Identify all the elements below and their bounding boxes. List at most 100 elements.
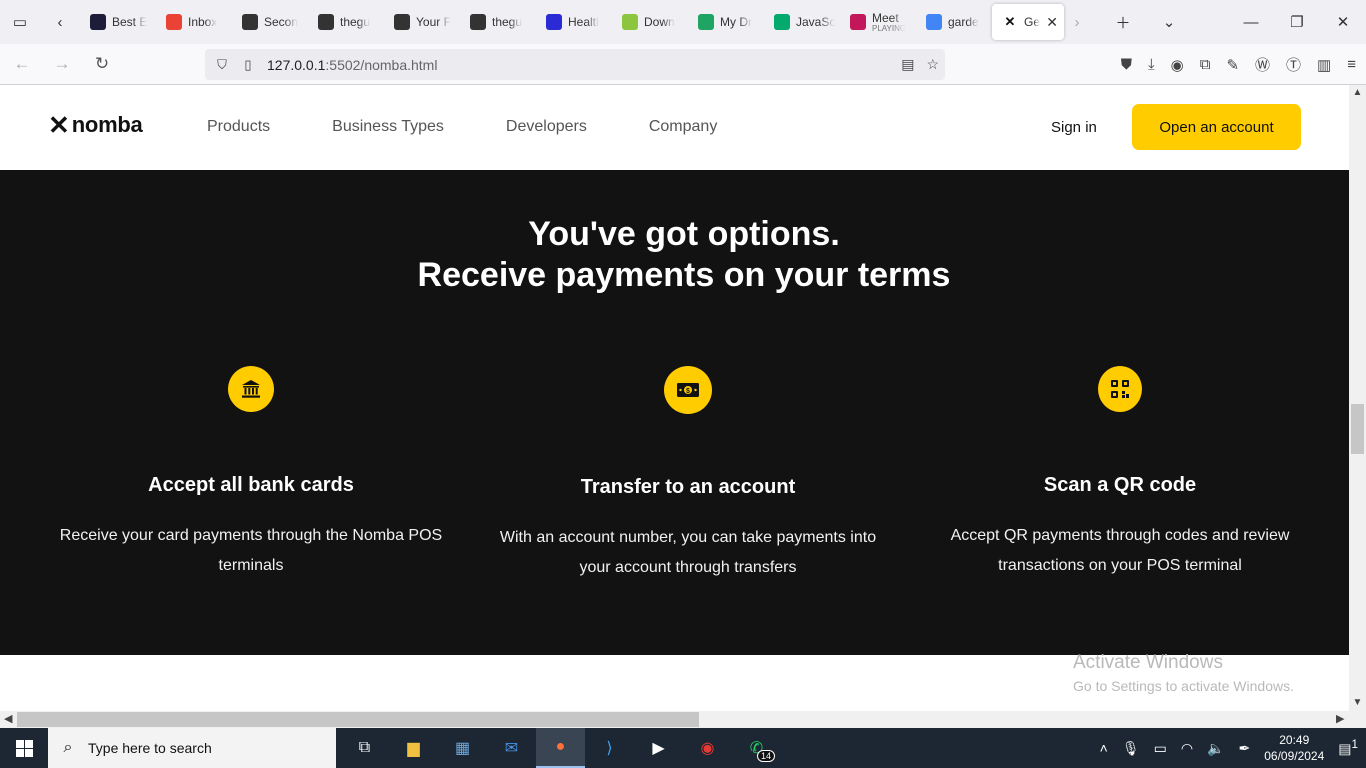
clock[interactable]: 20:49 06/09/2024 (1264, 732, 1324, 764)
browser-tab[interactable]: My Dr (688, 4, 764, 40)
nav-developers[interactable]: Developers (506, 118, 587, 136)
extension-t-icon[interactable]: Ⓣ (1286, 54, 1301, 75)
horizontal-scrollbar[interactable]: ◀ ▶ (0, 711, 1366, 728)
description-line: Accept QR payments through codes and rev… (950, 527, 1290, 544)
site-header: ✕ nomba Products Business Types Develope… (0, 85, 1349, 170)
pocket-icon[interactable]: ⛊ (1121, 56, 1132, 73)
restore-icon[interactable]: ❐ (1274, 0, 1320, 44)
notifications-icon[interactable]: ▤1 (1338, 738, 1358, 758)
reload-icon[interactable]: ↻ (84, 48, 120, 80)
tab-strip: ▭ ‹ Best E Inbox Secon thegu Your F thegu Heal… (0, 0, 1366, 44)
vertical-scroll-thumb[interactable] (1351, 404, 1364, 454)
feature-title: Transfer to an account (580, 476, 796, 498)
tab-label-group: Meet PLAYING (872, 11, 906, 33)
vertical-scrollbar[interactable]: ▲ ▼ (1349, 85, 1366, 711)
taskbar-search[interactable]: ⌕ Type here to search (48, 728, 336, 768)
feature-description: Receive your card payments through the N… (40, 521, 462, 581)
open-account-button[interactable]: Open an account (1132, 104, 1301, 150)
browser-tab[interactable]: Best E (80, 4, 156, 40)
firefox-icon[interactable]: ● (536, 728, 585, 768)
horizontal-scroll-thumb[interactable] (17, 712, 699, 727)
description-line: With an account number, you can take pay… (499, 529, 877, 546)
download-arrow-icon (622, 14, 638, 30)
browser-tab[interactable]: Meet PLAYING (840, 4, 916, 40)
show-hidden-icons-icon[interactable]: ˄ (1100, 740, 1108, 756)
browser-tab[interactable]: Your F (384, 4, 460, 40)
feature-description: Accept QR payments through codes and rev… (930, 521, 1310, 581)
extensions-icon[interactable]: ⧉ (1200, 56, 1211, 73)
url-text[interactable]: 127.0.0.1:5502/nomba.html (267, 57, 437, 73)
list-tabs-icon[interactable]: ⌄ (1146, 0, 1192, 44)
browser-tab[interactable]: thegu (308, 4, 384, 40)
nav-company[interactable]: Company (649, 118, 717, 136)
browser-tab[interactable]: garde (916, 4, 992, 40)
nav-products[interactable]: Products (207, 118, 270, 136)
toolbar-extensions: ⛊ ⤓ ◉ ⧉ ✎ Ⓦ Ⓣ ▥ ≡ (1121, 44, 1356, 85)
browser-tab[interactable]: Secon (232, 4, 308, 40)
tab-label: Healtl (568, 15, 599, 29)
cash-icon: $ (664, 366, 712, 414)
search-placeholder: Type here to search (88, 740, 212, 756)
battery-icon[interactable]: ▭ (1154, 740, 1167, 757)
tab-label: garde (948, 15, 979, 29)
feature-description: With an account number, you can take pay… (478, 523, 898, 583)
start-button[interactable] (0, 728, 48, 768)
heading-line-2: Receive payments on your terms (417, 256, 951, 294)
browser-tab[interactable]: Down (612, 4, 688, 40)
forward-icon[interactable]: → (44, 48, 80, 80)
system-tray: ˄ 🎙 ▭ ◠ 🔈 ✒ 20:49 06/09/2024 ▤1 (1100, 728, 1366, 768)
color-picker-icon[interactable]: ✎ (1226, 56, 1239, 74)
browser-tab[interactable]: thegu (460, 4, 536, 40)
search-icon: ⌕ (63, 739, 73, 756)
browser-tab[interactable]: Inbox (156, 4, 232, 40)
browser-tab[interactable]: JavaSc (764, 4, 840, 40)
store-icon[interactable]: ▦ (438, 728, 487, 768)
feature-title: Accept all bank cards (148, 474, 354, 496)
feature-qr-code: Scan a QR code Accept QR payments throug… (930, 366, 1310, 581)
scroll-up-icon[interactable]: ▲ (1349, 87, 1366, 98)
gmail-icon (166, 14, 182, 30)
sidebar-icon[interactable]: ▥ (1317, 56, 1331, 74)
nomba-x-icon: ✕ (1004, 14, 1016, 29)
navigation-toolbar: ← → ↻ ⛉ ▯ 127.0.0.1:5502/nomba.html ▤ ☆ … (0, 44, 1366, 85)
tab-scroll-right-icon[interactable]: › (1054, 0, 1100, 44)
github-icon (242, 14, 258, 30)
back-icon[interactable]: ← (4, 48, 40, 80)
screen-recorder-icon[interactable]: ◉ (683, 728, 732, 768)
account-icon[interactable]: ◉ (1171, 56, 1184, 74)
whatsapp-icon[interactable]: ✆ 14 (732, 728, 781, 768)
heading-line-1: You've got options. (528, 215, 840, 253)
new-tab-icon[interactable]: ＋ (1100, 0, 1146, 44)
shield-icon[interactable]: ⛉ (209, 57, 235, 73)
activate-windows-watermark: Activate Windows Go to Settings to activ… (1073, 652, 1294, 694)
tab-scroll-left-icon[interactable]: ‹ (40, 0, 80, 44)
extension-w-icon[interactable]: Ⓦ (1255, 54, 1270, 75)
media-player-icon[interactable]: ▶ (634, 728, 683, 768)
payment-options-section: You've got options. Receive payments on … (0, 170, 1349, 655)
pen-icon[interactable]: ✒ (1238, 740, 1250, 757)
tab-overview-icon[interactable]: ▭ (0, 0, 40, 44)
downloads-icon[interactable]: ⤓ (1148, 56, 1155, 73)
nomba-logo[interactable]: ✕ nomba (48, 112, 143, 138)
tab-label: Inbox (188, 15, 218, 29)
browser-tab[interactable]: Healtl (536, 4, 612, 40)
scroll-down-icon[interactable]: ▼ (1349, 697, 1366, 708)
scroll-left-icon[interactable]: ◀ (4, 712, 12, 725)
file-explorer-icon[interactable]: ▆ (389, 728, 438, 768)
microphone-icon[interactable]: 🎙 (1122, 740, 1140, 757)
sign-in-link[interactable]: Sign in (1051, 119, 1097, 136)
description-line: your account through transfers (579, 559, 797, 576)
scroll-right-icon[interactable]: ▶ (1336, 712, 1344, 725)
mail-icon[interactable]: ✉ (487, 728, 536, 768)
nav-business-types[interactable]: Business Types (332, 118, 444, 136)
menu-icon[interactable]: ≡ (1347, 56, 1356, 73)
minimize-icon[interactable]: — (1228, 0, 1274, 44)
vscode-icon[interactable]: ⟩ (585, 728, 634, 768)
task-view-icon[interactable]: ⧉ (340, 728, 389, 768)
bookmark-star-icon[interactable]: ☆ (926, 56, 939, 73)
address-bar[interactable]: ⛉ ▯ 127.0.0.1:5502/nomba.html ▤ ☆ (205, 49, 945, 80)
volume-icon[interactable]: 🔈 (1207, 740, 1224, 757)
wifi-icon[interactable]: ◠ (1181, 740, 1193, 757)
reader-view-icon[interactable]: ▤ (901, 56, 914, 73)
close-window-icon[interactable]: ✕ (1320, 0, 1366, 44)
